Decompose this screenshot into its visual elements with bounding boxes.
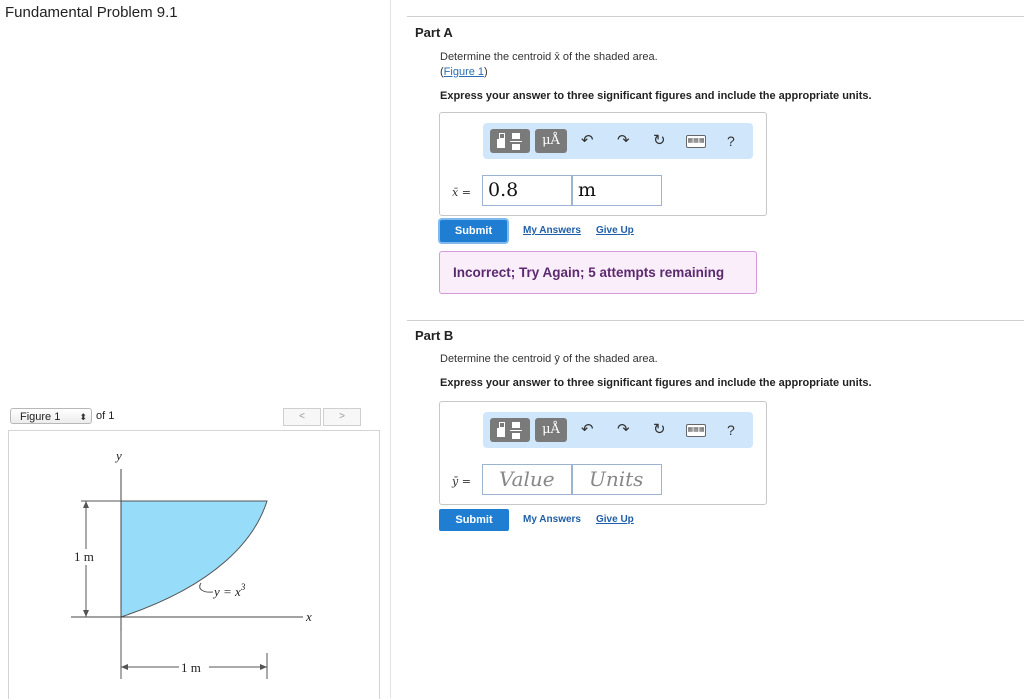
part-a-prompt: Determine the centroid x̄ of the shaded … — [440, 51, 658, 63]
part-b-rule — [407, 320, 1024, 321]
part-a-rule — [407, 16, 1024, 17]
part-b-submit-button[interactable]: Submit — [439, 509, 509, 531]
problem-title: Fundamental Problem 9.1 — [5, 4, 178, 21]
part-a-submit-button[interactable]: Submit — [440, 220, 507, 242]
part-b-variable-label: ȳ = — [452, 475, 471, 488]
figure-count: of 1 — [96, 410, 115, 422]
part-a-give-up-link[interactable]: Give Up — [596, 225, 634, 236]
part-a-answer-box: μÅ ↶ ↷ ↻ ▦▦▦ ? x̄ = 0.8 m — [439, 112, 767, 216]
figure-select-value: Figure 1 — [20, 411, 61, 423]
feedback-message: Incorrect; Try Again; 5 attempts remaini… — [439, 251, 757, 294]
undo-icon[interactable]: ↶ — [581, 131, 594, 151]
part-b-units-input[interactable]: Units — [572, 464, 662, 495]
width-arrow-left — [121, 664, 128, 670]
units-icon[interactable]: μÅ — [535, 418, 567, 442]
figure-link-close: ) — [484, 66, 488, 78]
undo-icon[interactable]: ↶ — [581, 420, 594, 440]
part-b-express: Express your answer to three significant… — [440, 377, 872, 389]
redo-icon[interactable]: ↷ — [617, 131, 630, 151]
part-b-value-input[interactable]: Value — [482, 464, 572, 495]
help-icon[interactable]: ? — [727, 420, 735, 440]
curve-equation-exponent: 3 — [240, 582, 246, 592]
part-b-answer-box: μÅ ↶ ↷ ↻ ▦▦▦ ? ȳ = Value Units — [439, 401, 767, 505]
figure-frame: 1 m 1 m y x y = x3 — [8, 430, 380, 699]
reset-icon[interactable]: ↻ — [653, 420, 666, 440]
part-a-figure-ref: (Figure 1) — [440, 66, 488, 78]
width-arrow-right — [260, 664, 267, 670]
spinner-arrows-icon: ⬍ — [79, 412, 87, 422]
keyboard-icon[interactable]: ▦▦▦ — [686, 424, 706, 437]
figure-link[interactable]: Figure 1 — [444, 66, 484, 78]
height-dim-label: 1 m — [74, 549, 94, 564]
chevron-left-icon: < — [299, 411, 305, 422]
x-axis-label: x — [305, 609, 312, 624]
part-b-prompt: Determine the centroid ȳ of the shaded a… — [440, 353, 658, 365]
units-icon[interactable]: μÅ — [535, 129, 567, 153]
height-arrow-bottom — [83, 610, 89, 617]
chevron-right-icon: > — [339, 411, 345, 422]
part-a-value-input[interactable]: 0.8 — [482, 175, 572, 206]
reset-icon[interactable]: ↻ — [653, 131, 666, 151]
templates-icon[interactable] — [490, 129, 530, 153]
figure-select[interactable]: Figure 1 ⬍ — [10, 408, 92, 424]
part-a-my-answers-link[interactable]: My Answers — [523, 225, 581, 236]
curve-leader — [199, 582, 214, 593]
figure-nav: < > — [283, 408, 375, 426]
figure-next-button[interactable]: > — [323, 408, 361, 426]
part-b-my-answers-link[interactable]: My Answers — [523, 514, 581, 525]
height-arrow-top — [83, 501, 89, 508]
redo-icon[interactable]: ↷ — [617, 420, 630, 440]
keyboard-icon[interactable]: ▦▦▦ — [686, 135, 706, 148]
part-a-express: Express your answer to three significant… — [440, 90, 872, 102]
curve-equation-base: y = x — [212, 584, 241, 599]
figure-prev-button[interactable]: < — [283, 408, 321, 426]
shaded-area — [120, 500, 268, 618]
help-icon[interactable]: ? — [727, 131, 735, 151]
part-a-title: Part A — [415, 25, 453, 40]
part-b-toolbar: μÅ ↶ ↷ ↻ ▦▦▦ ? — [483, 412, 753, 448]
part-b-title: Part B — [415, 328, 454, 343]
curve-equation: y = x3 — [212, 582, 246, 599]
left-pane: Fundamental Problem 9.1 Figure 1 ⬍ of 1 … — [0, 0, 391, 699]
part-b-give-up-link[interactable]: Give Up — [596, 514, 634, 525]
part-a-units-input[interactable]: m — [572, 175, 662, 206]
part-a-variable-label: x̄ = — [452, 186, 471, 199]
y-axis-label: y — [114, 448, 122, 463]
figure-drawing: 1 m 1 m y x y = x3 — [71, 448, 312, 679]
templates-icon[interactable] — [490, 418, 530, 442]
width-dim-label: 1 m — [181, 660, 201, 675]
part-a-toolbar: μÅ ↶ ↷ ↻ ▦▦▦ ? — [483, 123, 753, 159]
